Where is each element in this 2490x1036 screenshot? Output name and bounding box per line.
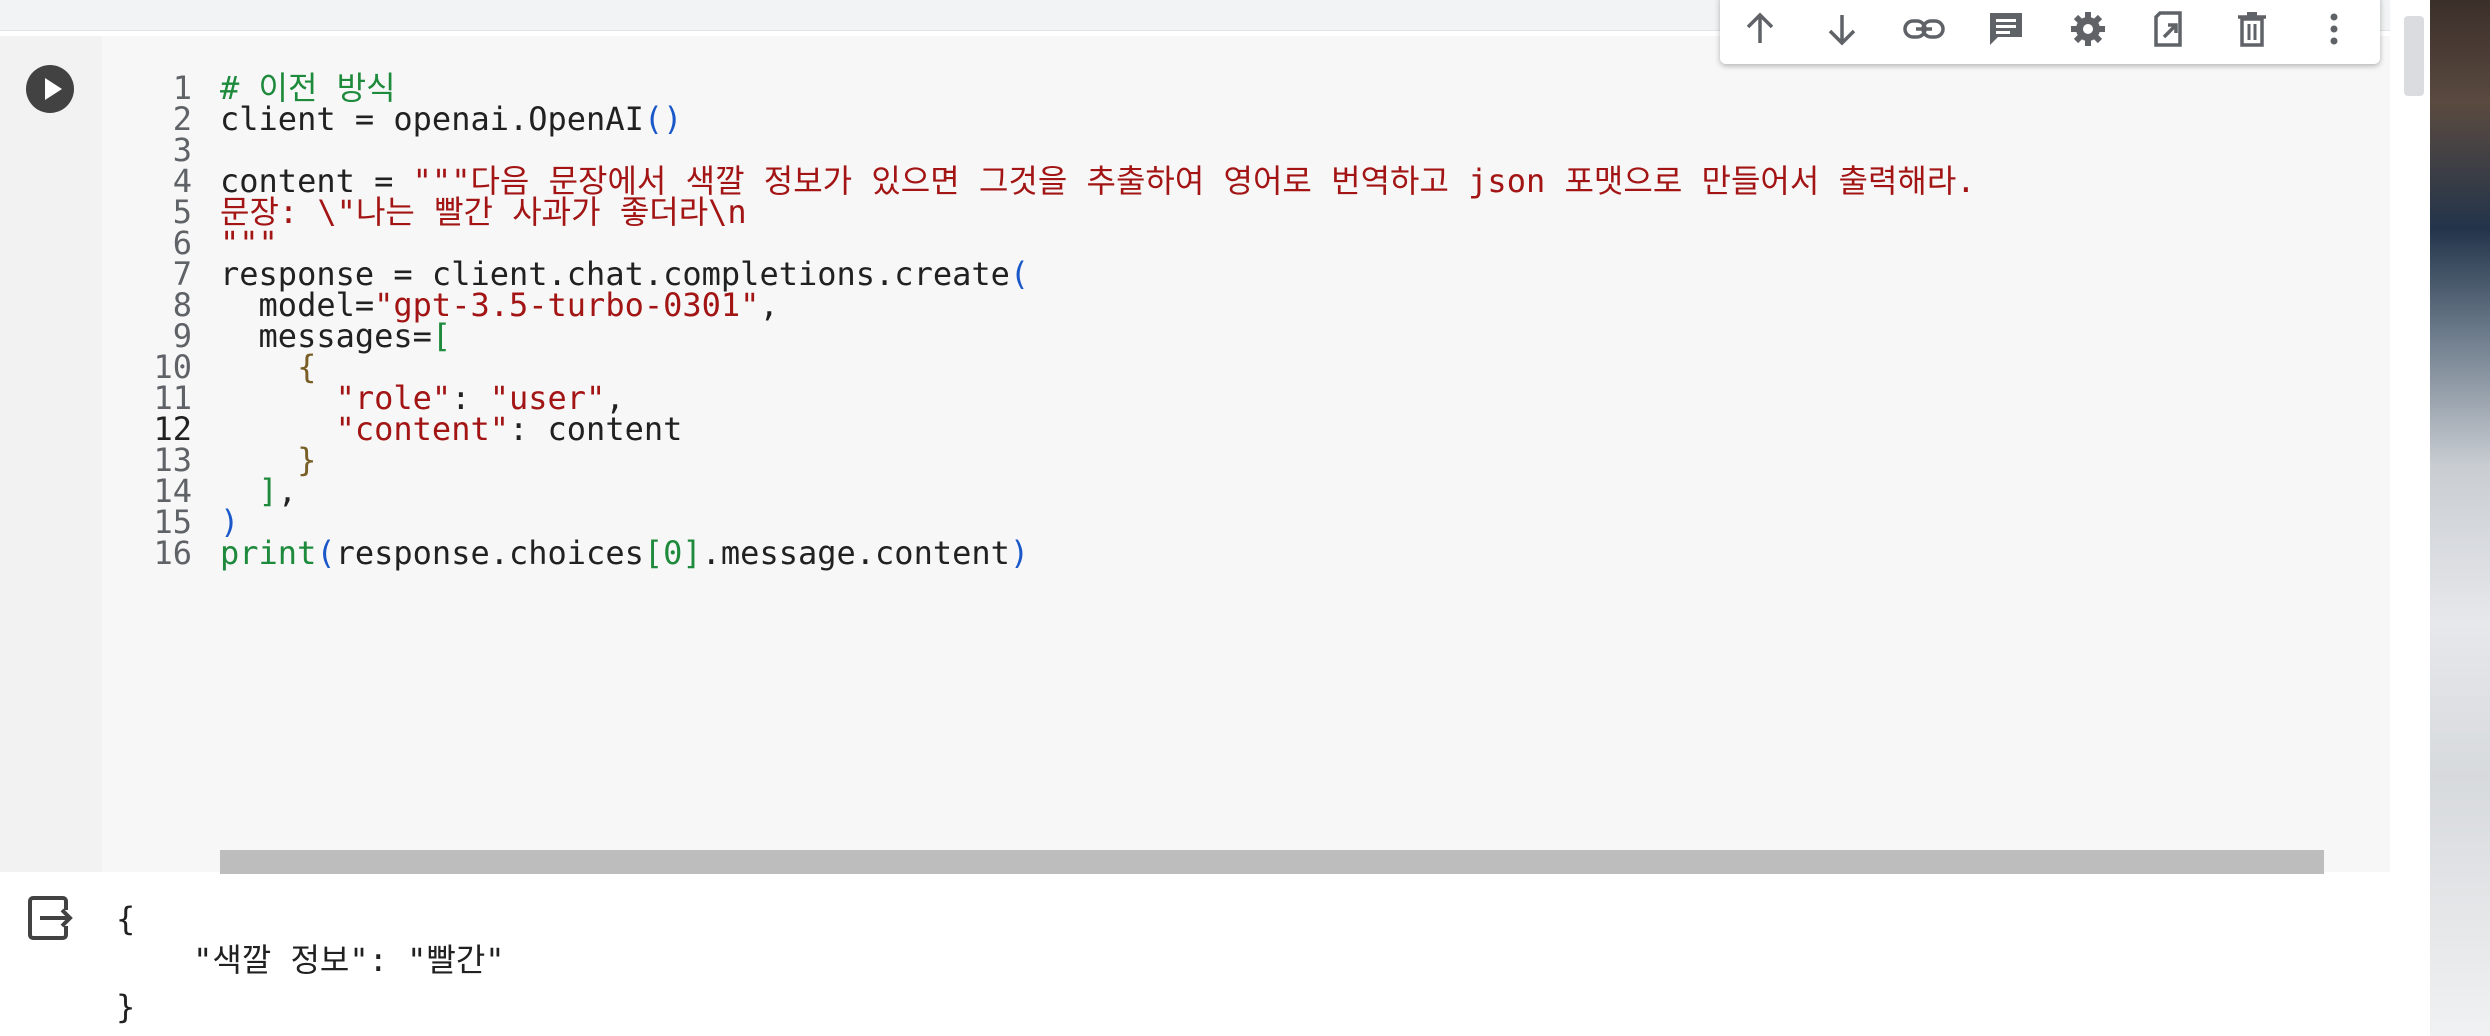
builtin-function: print	[220, 534, 317, 572]
output-actions-icon[interactable]	[26, 892, 78, 944]
line-number: 16	[153, 534, 192, 572]
run-cell-button[interactable]	[26, 65, 74, 113]
horizontal-scrollbar[interactable]	[220, 850, 2324, 874]
link-icon[interactable]	[1899, 4, 1949, 54]
bracket: ()	[643, 100, 683, 138]
index-token: [0]	[643, 534, 702, 572]
string-literal: 문장: \"나는 빨간 사과가 좋더라\n	[220, 193, 747, 231]
string-literal: "content"	[335, 410, 509, 448]
play-icon	[45, 78, 62, 100]
code-token: .message.content	[701, 534, 1010, 572]
code-line-5: 문장: \"나는 빨간 사과가 좋더라\n	[220, 188, 747, 237]
arrow-up-icon[interactable]	[1735, 4, 1785, 54]
cell-gutter-background	[0, 36, 102, 872]
code-token: ,	[277, 472, 298, 510]
gear-icon[interactable]	[2063, 4, 2113, 54]
arrow-down-icon[interactable]	[1817, 4, 1867, 54]
code-token: response.choices	[335, 534, 644, 572]
trash-icon[interactable]	[2227, 4, 2277, 54]
output-line: {	[116, 900, 136, 938]
bracket: [	[431, 317, 452, 355]
webcam-overlay	[2430, 0, 2490, 1036]
code-token: ,	[759, 286, 779, 324]
code-token: : content	[508, 410, 683, 448]
bracket: )	[1009, 534, 1030, 572]
output-line: "색깔 정보": "빨간"	[116, 941, 505, 979]
output-line: }	[116, 988, 136, 1026]
code-token: client = openai.OpenAI	[220, 100, 644, 138]
more-vert-icon[interactable]	[2309, 4, 2359, 54]
cell-toolbar	[1720, 0, 2380, 64]
mirror-cell-icon[interactable]	[2145, 4, 2195, 54]
code-line-2: client = openai.OpenAI()	[220, 95, 682, 144]
code-line-16: print(response.choices[0].message.conten…	[220, 529, 1029, 578]
bracket: (	[316, 534, 336, 572]
page-scrollbar-track	[2390, 0, 2430, 1036]
bracket: ]	[258, 472, 278, 510]
comment-icon[interactable]	[1981, 4, 2031, 54]
page-scrollbar-thumb[interactable]	[2404, 16, 2424, 96]
bracket: (	[1009, 255, 1030, 293]
